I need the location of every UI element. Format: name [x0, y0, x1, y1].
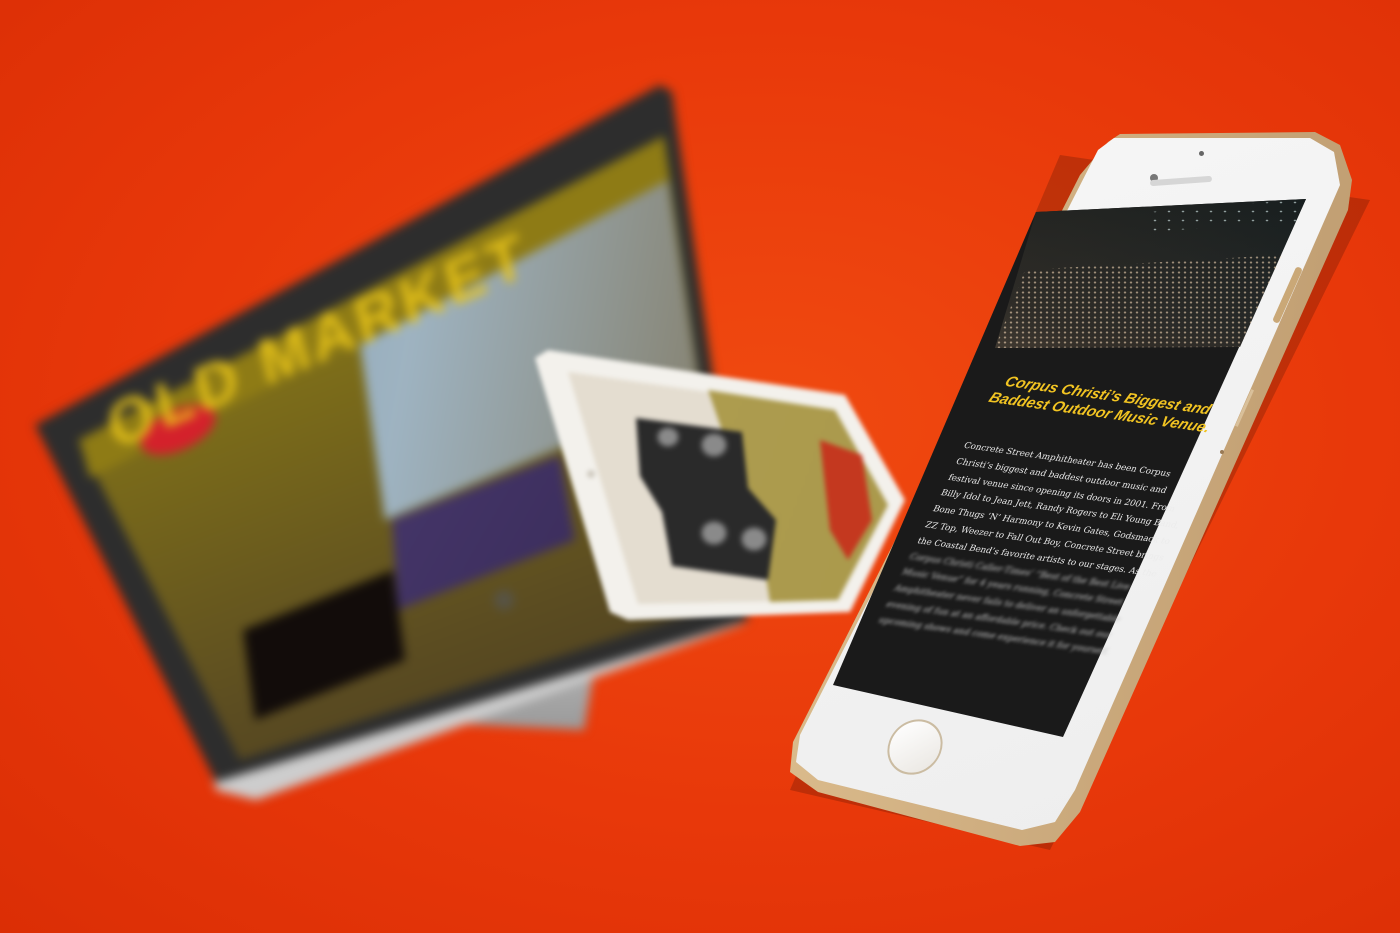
- tablet-home-button-icon: [587, 470, 595, 478]
- mockup-scene: OLD MARKET Corpus Christi’s Biggest and …: [0, 0, 1400, 933]
- side-pin-hole: [1220, 450, 1224, 454]
- speaker-cone-icon: [700, 520, 728, 546]
- speaker-cone-icon: [740, 526, 768, 552]
- speaker-cone-icon: [656, 426, 680, 448]
- proximity-sensor-icon: [1199, 151, 1204, 156]
- speaker-cone-icon: [700, 432, 728, 458]
